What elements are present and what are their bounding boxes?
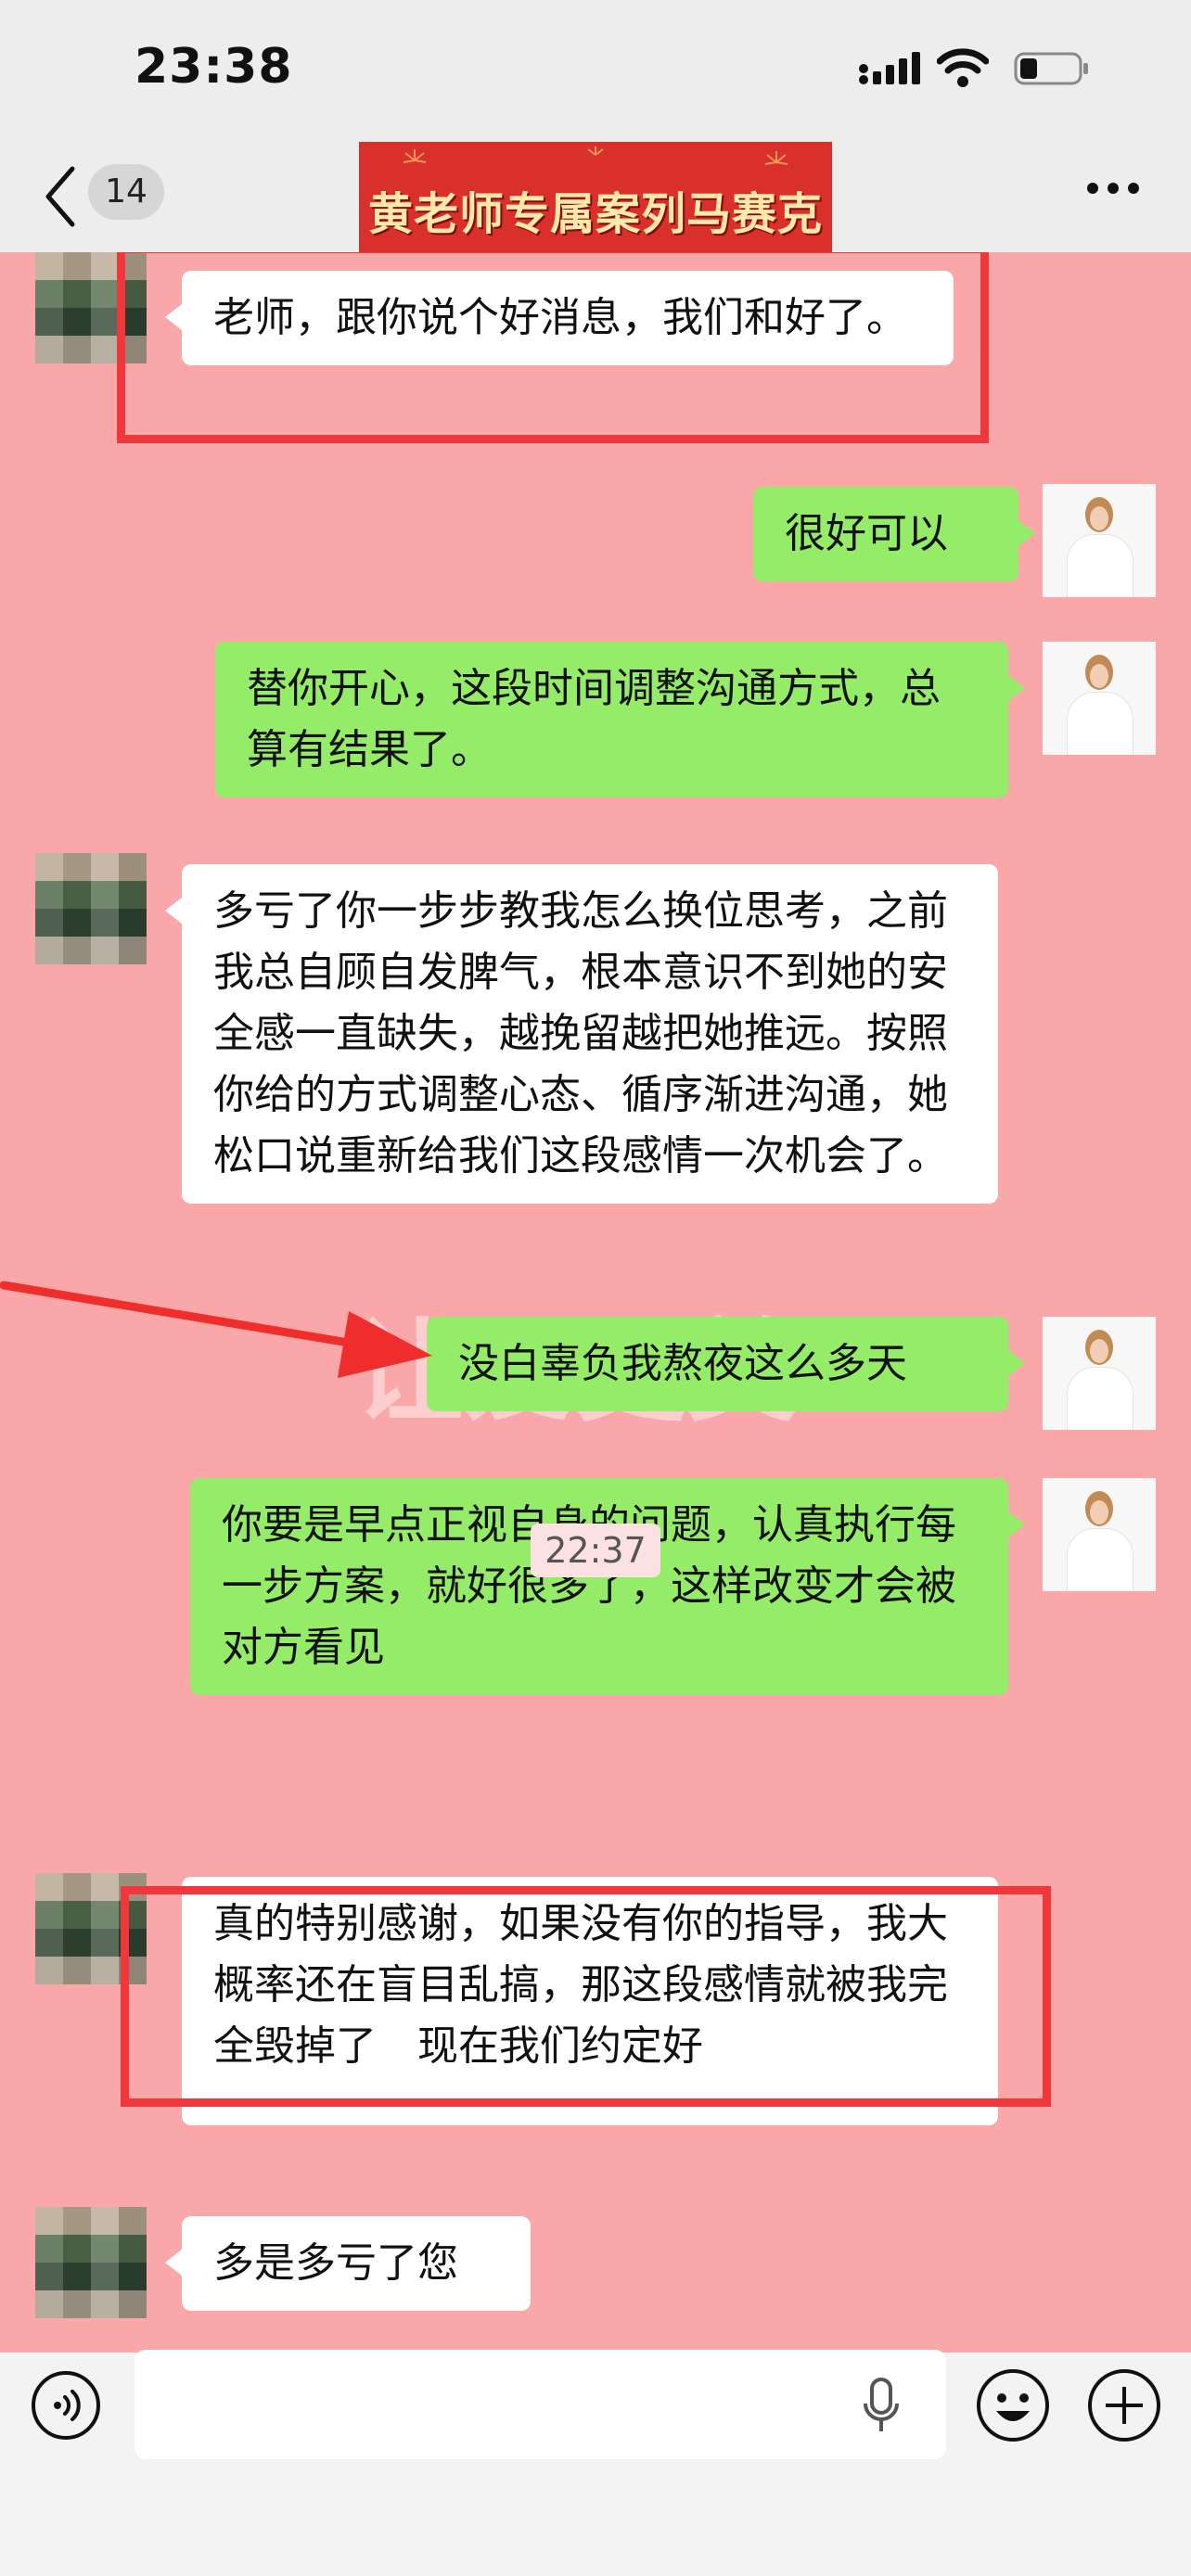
status-bar: 23:38	[0, 0, 1191, 139]
message-bubble[interactable]: 没白辜负我熬夜这么多天	[427, 1317, 1025, 1411]
cellular-signal-icon	[859, 52, 920, 84]
message-text: 多亏了你一步步教我怎么换位思考，之前我总自顾自发脾气，根本意识不到她的安全感一直…	[213, 887, 948, 1180]
message-bubble[interactable]: 多亏了你一步步教我怎么换位思考，之前我总自顾自发脾气，根本意识不到她的安全感一直…	[165, 864, 998, 1204]
user-avatar[interactable]	[1043, 1478, 1156, 1591]
message-bubble[interactable]: 很好可以	[753, 487, 1035, 581]
user-avatar[interactable]	[1043, 642, 1156, 755]
message-bubble[interactable]: 你要是早点正视自身的问题，认真执行每一步方案，就好很多了，这样改变才会被对方看见	[190, 1478, 1025, 1695]
message-text: 多是多亏了您	[213, 2239, 458, 2287]
status-time: 23:38	[134, 39, 293, 95]
user-avatar[interactable]	[1043, 1317, 1156, 1430]
timestamp: 22:37	[531, 1524, 660, 1577]
red-arrow-annotation	[0, 1281, 432, 1378]
contact-avatar[interactable]	[35, 853, 147, 964]
plus-icon[interactable]	[1085, 2366, 1163, 2444]
chat-title-banner: 黄老师专属案列马赛克	[359, 142, 832, 270]
message-text: 没白辜负我熬夜这么多天	[458, 1340, 907, 1387]
contact-avatar[interactable]	[35, 2207, 147, 2318]
voice-mode-icon[interactable]	[30, 2369, 102, 2442]
more-dots-icon[interactable]	[1085, 179, 1141, 198]
microphone-icon[interactable]	[861, 2376, 902, 2435]
message-bubble[interactable]: 多是多亏了您	[165, 2216, 531, 2311]
message-input[interactable]	[134, 2350, 946, 2459]
emoji-icon[interactable]	[974, 2366, 1052, 2444]
highlight-box	[121, 1886, 1051, 2107]
battery-icon	[1014, 52, 1088, 85]
message-bubble[interactable]: 替你开心，这段时间调整沟通方式，总算有结果了。	[215, 642, 1025, 797]
wifi-icon	[937, 48, 989, 87]
message-text: 替你开心，这段时间调整沟通方式，总算有结果了。	[247, 665, 941, 773]
message-list[interactable]: 让爱更美 老师，跟你说个好消息，我们和好了。 很好可以 替你开心，这段时间调整沟…	[0, 252, 1191, 2353]
message-text: 很好可以	[785, 510, 948, 557]
chevron-left-icon[interactable]	[37, 159, 83, 234]
highlight-box	[117, 252, 989, 443]
user-avatar[interactable]	[1043, 484, 1156, 597]
chat-title: 黄老师专属案列马赛克	[367, 188, 823, 240]
unread-count-badge[interactable]: 14	[88, 164, 164, 220]
